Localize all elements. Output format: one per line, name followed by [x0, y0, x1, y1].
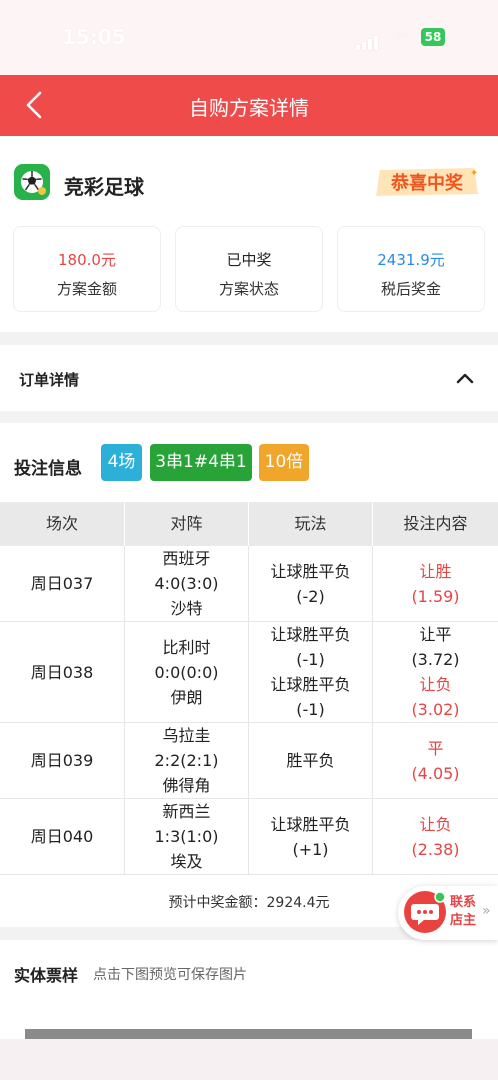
match-no: 周日038 [0, 622, 125, 722]
nav-bar: 自购方案详情 [0, 75, 498, 136]
tag-parlay-type: 3串1#4串1 [150, 444, 252, 481]
stat-status-label: 方案状态 [218, 280, 279, 298]
table-row: 周日040 新西兰 1:3(1:0) 埃及 让球胜平负 (+1) 让负 (2.3… [0, 799, 498, 875]
stat-prize-label: 税后奖金 [380, 280, 441, 298]
ticket-sample-label: 实体票样 [14, 966, 79, 985]
pick: 平 [427, 738, 444, 758]
score: 0:0(0:0) [154, 662, 219, 682]
odds: (1.59) [411, 586, 460, 606]
home-team: 乌拉圭 [162, 726, 211, 745]
status-bar: 15:05 ◠ 58 [0, 0, 498, 75]
score: 2:2(2:1) [154, 751, 219, 770]
ticket-sample-hint: 点击下图预览可保存图片 [93, 967, 247, 983]
stat-prize-value: 2431.9元 [377, 251, 445, 269]
signal-icon [356, 31, 382, 50]
pick: 让负 [419, 814, 452, 834]
svg-text:✦: ✦ [470, 168, 478, 179]
odds: (3.72) [411, 650, 460, 669]
pick: 让胜 [419, 561, 452, 581]
page-title: 自购方案详情 [189, 96, 309, 120]
fixture: 新西兰 1:3(1:0) 埃及 [125, 799, 249, 874]
status-time: 15:05 [62, 25, 126, 49]
away-team: 伊朗 [170, 687, 203, 707]
fixture: 西班牙 4:0(3:0) 沙特 [125, 546, 249, 621]
odds: (3.02) [411, 700, 460, 719]
score: 1:3(1:0) [154, 827, 219, 846]
home-team: 比利时 [162, 637, 211, 657]
double-chevron-right-icon: » [482, 903, 491, 919]
chat-bubble-icon [404, 891, 446, 933]
stat-amount-label: 方案金额 [56, 280, 117, 298]
away-team: 沙特 [170, 599, 203, 618]
bottom-area [0, 1039, 498, 1080]
contact-owner-button[interactable]: 联系店主 » [398, 886, 498, 940]
home-team: 新西兰 [162, 802, 211, 821]
congrats-win-badge: 恭喜中奖 ✦ [376, 168, 478, 196]
order-details-label: 订单详情 [19, 371, 80, 389]
tag-multiplier: 10倍 [259, 444, 309, 481]
order-details-toggle[interactable]: 订单详情 [0, 345, 498, 411]
soccer-ball-icon [14, 164, 50, 200]
stat-prize: 2431.9元 税后奖金 [337, 226, 485, 312]
fixture: 乌拉圭 2:2(2:1) 佛得角 [125, 723, 249, 798]
tag-match-count: 4场 [101, 444, 142, 481]
col-fixture: 对阵 [125, 502, 249, 546]
wifi-icon: ◠ [395, 29, 409, 48]
away-team: 佛得角 [162, 776, 211, 795]
play-type: 胜平负 [249, 723, 373, 798]
odds: (4.05) [411, 763, 460, 783]
stat-status: 已中奖 方案状态 [175, 226, 323, 312]
stat-amount: 180.0元 方案金额 [13, 226, 161, 312]
col-play-type: 玩法 [249, 502, 373, 546]
match-no: 周日040 [0, 799, 125, 874]
col-match-no: 场次 [0, 502, 125, 546]
bet-content: 平 (4.05) [373, 723, 498, 798]
score: 4:0(3:0) [154, 574, 219, 593]
ticket-image-preview[interactable] [25, 1029, 472, 1039]
chevron-up-icon[interactable] [455, 368, 475, 388]
play-type: 让球胜平负 (-1) 让球胜平负 (-1) [249, 622, 373, 722]
lottery-name: 竞彩足球 [64, 175, 144, 199]
bet-content: 让平 (3.72) 让负 (3.02) [373, 622, 498, 722]
bet-content: 让胜 (1.59) [373, 546, 498, 621]
pick: 让平 [419, 625, 452, 644]
bet-table-header: 场次 对阵 玩法 投注内容 [0, 502, 498, 546]
table-row: 周日038 比利时 0:0(0:0) 伊朗 让球胜平负 (-1) 让球胜平负 (… [0, 622, 498, 723]
table-row: 周日037 西班牙 4:0(3:0) 沙特 让球胜平负 (-2) 让胜 (1.5… [0, 546, 498, 622]
stat-status-value: 已中奖 [226, 251, 272, 269]
contact-owner-label: 联系店主 [450, 895, 477, 928]
play-type: 让球胜平负 (+1) [249, 799, 373, 874]
fixture: 比利时 0:0(0:0) 伊朗 [125, 622, 249, 722]
match-no: 周日037 [0, 546, 125, 621]
battery-icon: 58 [421, 28, 445, 46]
table-row: 周日039 乌拉圭 2:2(2:1) 佛得角 胜平负 平 (4.05) [0, 723, 498, 799]
odds: (2.38) [411, 839, 460, 859]
stat-amount-value: 180.0元 [58, 251, 116, 269]
play-type: 让球胜平负 (-2) [249, 546, 373, 621]
match-no: 周日039 [0, 723, 125, 798]
away-team: 埃及 [170, 852, 203, 871]
pick: 让负 [419, 675, 452, 694]
col-bet-content: 投注内容 [403, 514, 468, 533]
badge-text: 恭喜中奖 [390, 172, 464, 194]
bet-info-label: 投注信息 [14, 459, 82, 479]
home-team: 西班牙 [162, 549, 211, 568]
bet-content: 让负 (2.38) [373, 799, 498, 874]
